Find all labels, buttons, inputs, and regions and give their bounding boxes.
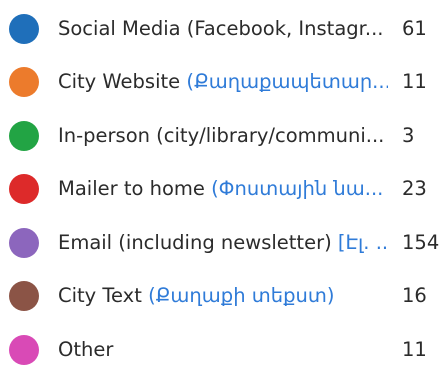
color-swatch-dot — [9, 174, 39, 204]
legend-item-count: 11 — [402, 70, 427, 93]
legend-item-label: City Website (Քաղաքապետար... — [58, 70, 388, 93]
color-swatch-dot — [9, 14, 39, 44]
legend-item-count: 154 — [402, 231, 440, 254]
legend-item-count: 23 — [402, 177, 427, 200]
legend-item-label: Mailer to home (Փոստային նա... — [58, 177, 384, 200]
legend-item-city-website[interactable]: City Website (Քաղաքապետար... 11 — [0, 59, 440, 99]
legend-item-in-person[interactable]: In-person (city/library/communi... 3 — [0, 113, 440, 153]
legend-item-other[interactable]: Other 11 — [0, 327, 440, 367]
legend-item-count: 3 — [402, 124, 415, 147]
color-swatch-dot — [9, 121, 39, 151]
response-legend: Social Media (Facebook, Instagr... 61 Ci… — [0, 0, 440, 377]
legend-item-social-media[interactable]: Social Media (Facebook, Instagr... 61 — [0, 6, 440, 46]
legend-item-email[interactable]: Email (including newsletter) [Էլ. ... 15… — [0, 220, 440, 260]
color-swatch-dot — [9, 67, 39, 97]
legend-item-label: Email (including newsletter) [Էլ. ... — [58, 231, 388, 254]
legend-item-label: City Text (Քաղաքի տեքստ) — [58, 284, 335, 307]
legend-item-count: 16 — [402, 284, 427, 307]
legend-item-count: 61 — [402, 17, 427, 40]
color-swatch-dot — [9, 281, 39, 311]
legend-item-label: In-person (city/library/communi... — [58, 124, 385, 147]
legend-item-label: Social Media (Facebook, Instagr... — [58, 17, 384, 40]
color-swatch-dot — [9, 335, 39, 365]
legend-item-label: Other — [58, 338, 114, 361]
color-swatch-dot — [9, 228, 39, 258]
legend-item-count: 11 — [402, 338, 427, 361]
legend-item-mailer-to-home[interactable]: Mailer to home (Փոստային նա... 23 — [0, 166, 440, 206]
legend-item-city-text[interactable]: City Text (Քաղաքի տեքստ) 16 — [0, 273, 440, 313]
